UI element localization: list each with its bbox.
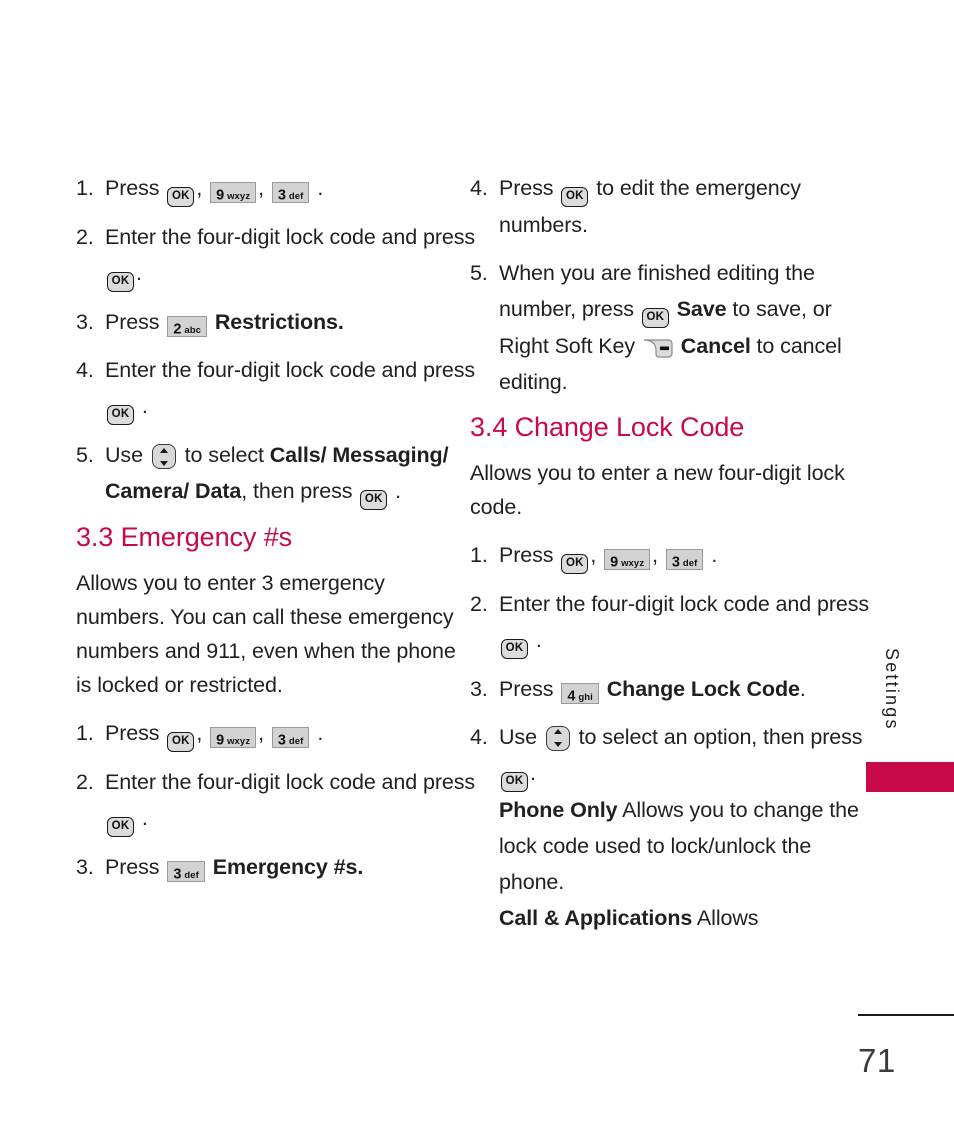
section-heading-emergency: 3.3 Emergency #s bbox=[76, 522, 293, 552]
right-column: 4. Press OK to edit the emergency numbers… bbox=[470, 170, 870, 948]
step-number: 4. bbox=[76, 358, 94, 382]
emphasis-text: Call & Applications bbox=[499, 905, 693, 930]
emphasis-text: Emergency #s. bbox=[212, 854, 364, 879]
section-intro-change-lock-code: Allows you to enter a new four-digit loc… bbox=[470, 460, 845, 519]
step-number: 3. bbox=[76, 310, 94, 334]
ok-key-icon: OK bbox=[641, 308, 669, 328]
step-body: Press 2 abc Restrictions. bbox=[105, 310, 344, 338]
keypad-3-key-icon: 3 def bbox=[167, 860, 205, 882]
ok-key-icon: OK bbox=[561, 553, 589, 574]
navigation-up-down-key-icon bbox=[545, 725, 570, 751]
numbered-step: 3. Press 4 ghi Change Lock Code. bbox=[470, 671, 870, 707]
emphasis-text: Cancel bbox=[680, 334, 751, 358]
step-number: 4. bbox=[470, 724, 488, 749]
step-body: Enter the four-digit lock code and press… bbox=[105, 352, 476, 425]
footer-rule bbox=[858, 1014, 954, 1016]
step-number: 3. bbox=[470, 676, 488, 701]
emphasis-text: Save bbox=[676, 297, 727, 321]
keypad-4-key-icon: 4 ghi bbox=[561, 682, 599, 704]
step-number: 1. bbox=[76, 176, 94, 200]
numbered-step: 1. Press OK, 9 wxyz, 3 def . bbox=[76, 715, 476, 752]
step-number: 5. bbox=[470, 261, 488, 285]
left-column: 1. Press OK, 9 wxyz, 3 def . 2. Enter the fou… bbox=[76, 170, 476, 897]
side-tab-label: Settings bbox=[882, 648, 902, 731]
right-steps-top: 4. Press OK to edit the emergency numbers… bbox=[470, 170, 870, 400]
step-body: Use to select an option, then press OK. P… bbox=[499, 724, 863, 930]
step-number: 2. bbox=[76, 225, 94, 249]
numbered-step: 2. Enter the four-digit lock code and pre… bbox=[470, 586, 870, 659]
step-number: 1. bbox=[470, 542, 488, 567]
ok-key-icon: OK bbox=[107, 405, 134, 425]
step-number: 2. bbox=[76, 769, 94, 794]
side-tab-accent-bar bbox=[866, 762, 954, 792]
ok-key-icon: OK bbox=[167, 187, 195, 207]
numbered-step: 2. Enter the four-digit lock code and pre… bbox=[76, 219, 476, 292]
keypad-9-key-icon: 9 wxyz bbox=[210, 182, 257, 204]
numbered-step: 2. Enter the four-digit lock code and pre… bbox=[76, 764, 476, 837]
step-number: 4. bbox=[470, 176, 488, 200]
keypad-3-key-icon: 3 def bbox=[271, 726, 310, 748]
left-steps-top: 1. Press OK, 9 wxyz, 3 def . 2. Enter the fou… bbox=[76, 170, 476, 510]
keypad-9-key-icon: 9 wxyz bbox=[210, 726, 257, 748]
manual-page: 1. Press OK, 9 wxyz, 3 def . 2. Enter the fou… bbox=[0, 0, 954, 1145]
right-soft-key-icon bbox=[643, 338, 673, 358]
numbered-step: 4. Press OK to edit the emergency numbers… bbox=[470, 170, 870, 243]
emphasis-text: Phone Only bbox=[499, 797, 618, 822]
emphasis-text: Change Lock Code bbox=[606, 676, 800, 701]
navigation-up-down-key-icon bbox=[151, 444, 176, 469]
step-body: When you are finished editing the number… bbox=[499, 261, 842, 394]
ok-key-icon: OK bbox=[561, 187, 589, 207]
keypad-3-key-icon: 3 def bbox=[665, 548, 704, 570]
emphasis-text: Restrictions. bbox=[214, 310, 344, 334]
ok-key-icon: OK bbox=[167, 731, 195, 752]
ok-key-icon: OK bbox=[107, 272, 134, 292]
step-body: Use to select Calls/ Messaging/ Camera/ … bbox=[105, 437, 476, 510]
numbered-step: 4. Use to select an option, then press OK… bbox=[470, 719, 870, 936]
step-body: Press OK, 9 wxyz, 3 def . bbox=[499, 537, 870, 574]
page-number: 71 bbox=[858, 1042, 896, 1079]
numbered-step: 1. Press OK, 9 wxyz, 3 def . bbox=[76, 170, 476, 207]
step-number: 1. bbox=[76, 720, 94, 745]
ok-key-icon: OK bbox=[501, 638, 528, 659]
numbered-step: 5. Use to select Calls/ Messaging/ Camera… bbox=[76, 437, 476, 510]
step-body: Press 4 ghi Change Lock Code. bbox=[499, 676, 806, 705]
numbered-step: 3. Press 3 def Emergency #s. bbox=[76, 849, 476, 885]
step-number: 3. bbox=[76, 854, 94, 879]
numbered-step: 4. Enter the four-digit lock code and pre… bbox=[76, 352, 476, 425]
step-number: 2. bbox=[470, 591, 488, 616]
ok-key-icon: OK bbox=[107, 816, 134, 837]
keypad-2-key-icon: 2 abc bbox=[167, 316, 207, 338]
step-number: 5. bbox=[76, 443, 94, 467]
step-body: Enter the four-digit lock code and press… bbox=[105, 219, 476, 292]
section-heading-change-lock-code: 3.4 Change Lock Code bbox=[470, 412, 745, 442]
numbered-step: 3. Press 2 abc Restrictions. bbox=[76, 304, 476, 340]
step-body: Press OK, 9 wxyz, 3 def . bbox=[105, 715, 476, 752]
section-intro-emergency: Allows you to enter 3 emergency numbers.… bbox=[76, 570, 456, 697]
step-body: Press 3 def Emergency #s. bbox=[105, 854, 364, 883]
step-body: Enter the four-digit lock code and press… bbox=[499, 586, 870, 659]
step-body: Press OK, 9 wxyz, 3 def . bbox=[105, 170, 476, 207]
numbered-step: 1. Press OK, 9 wxyz, 3 def . bbox=[470, 537, 870, 574]
step-body: Enter the four-digit lock code and press… bbox=[105, 764, 476, 837]
right-section-steps: 1. Press OK, 9 wxyz, 3 def . 2. Enter the fou… bbox=[470, 537, 870, 936]
left-section-steps: 1. Press OK, 9 wxyz, 3 def . 2. Enter the fou… bbox=[76, 715, 476, 885]
keypad-9-key-icon: 9 wxyz bbox=[604, 548, 651, 570]
numbered-step: 5. When you are finished editing the numb… bbox=[470, 255, 870, 400]
ok-key-icon: OK bbox=[501, 771, 528, 792]
step-body: Press OK to edit the emergency numbers. bbox=[499, 176, 801, 237]
keypad-3-key-icon: 3 def bbox=[271, 182, 310, 204]
ok-key-icon: OK bbox=[360, 490, 388, 510]
